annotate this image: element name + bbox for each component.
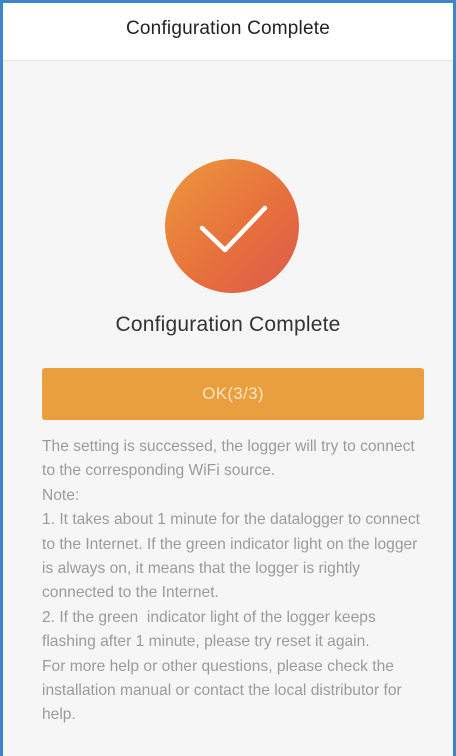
note-line: 1. It takes about 1 minute for the datal… [42, 511, 420, 602]
result-title: Configuration Complete [115, 313, 341, 336]
success-badge [165, 159, 299, 293]
note-line: Note: [42, 486, 80, 504]
ok-button-label: OK(3/3) [202, 384, 264, 403]
note-line: The setting is successed, the logger wil… [42, 438, 415, 480]
ok-button[interactable]: OK(3/3) [42, 368, 424, 420]
configuration-screen: Configuration Complete Configuration Com… [0, 0, 456, 756]
note-line: 2. If the green indicator light of the l… [42, 608, 381, 651]
note-line: For more help or other questions, please… [42, 657, 402, 724]
check-icon [199, 205, 268, 253]
nav-header: Configuration Complete [3, 3, 453, 61]
page-title: Configuration Complete [125, 17, 330, 39]
help-note: The setting is successed, the logger wil… [42, 435, 427, 728]
